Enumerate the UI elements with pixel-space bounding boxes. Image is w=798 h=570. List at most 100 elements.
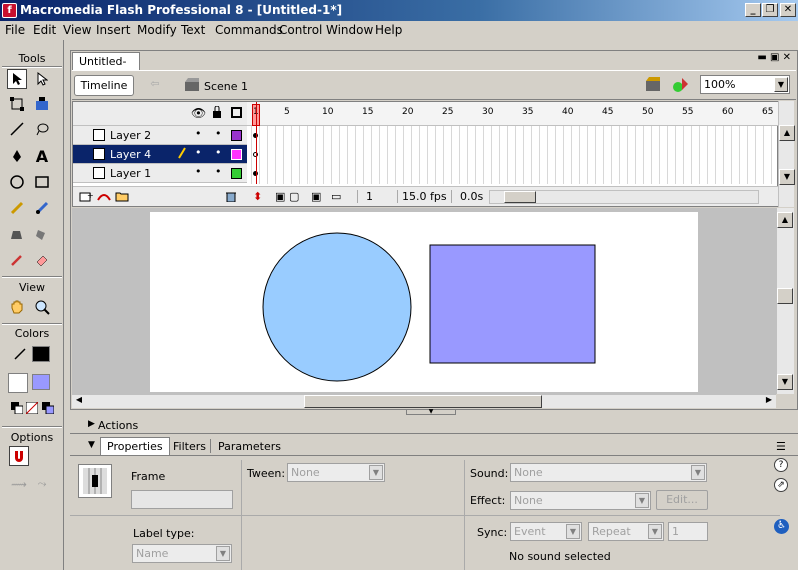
eraser-tool-icon[interactable] [32,250,52,270]
layer-outline-color[interactable] [231,130,242,141]
subselection-tool-icon[interactable] [32,69,52,89]
chevron-down-icon[interactable]: ▼ [369,465,383,480]
text-tool-icon[interactable]: A [32,146,52,166]
timeline-vscroll[interactable]: ▲ ▼ [778,101,795,207]
frame-ruler[interactable]: 1 5 10 15 20 25 30 35 40 45 50 55 60 65 [247,102,779,126]
sound-select[interactable]: None ▼ [510,463,707,482]
onion-skin-outlines-icon[interactable]: ▢ [289,190,299,203]
insert-folder-icon[interactable] [115,190,129,205]
doc-window-controls[interactable]: ▬ ▣ ✕ [711,52,791,64]
expand-triangle-icon[interactable]: ▶ [88,419,95,429]
scroll-up-icon[interactable]: ▲ [777,212,793,228]
chevron-down-icon[interactable]: ▼ [566,524,580,539]
minimize-button[interactable]: _ [745,3,761,17]
lock-dot[interactable]: • [215,146,222,159]
layer-name[interactable]: Layer 4 [110,148,151,161]
fill-transform-tool-icon[interactable] [32,94,52,114]
layer-outline-color[interactable] [231,168,242,179]
center-frame-icon[interactable]: ⬍ [253,190,262,203]
layer-name[interactable]: Layer 2 [110,129,151,142]
visibility-dot[interactable]: • [195,127,202,140]
scroll-left-icon[interactable]: ◀ [72,395,86,408]
label-type-select[interactable]: Name ▼ [132,544,232,563]
scroll-right-icon[interactable]: ▶ [762,395,776,408]
chevron-down-icon[interactable]: ▼ [216,546,230,561]
paint-bucket-tool-icon[interactable] [32,224,52,244]
lock-dot[interactable]: • [215,127,222,140]
menu-text[interactable]: Text [181,23,205,37]
timeline-toggle-button[interactable]: Timeline [74,75,134,96]
actions-panel-title[interactable]: Actions [98,419,138,432]
layer-row-layer-1[interactable]: Layer 1 • • [73,164,247,183]
chevron-down-icon[interactable]: ▼ [774,77,788,92]
modify-onion-markers-icon[interactable]: ▭ [331,190,341,203]
trash-icon[interactable] [225,190,237,205]
restore-button[interactable]: ❐ [762,3,778,17]
menu-edit[interactable]: Edit [33,23,56,37]
line-tool-icon[interactable] [7,119,27,139]
chevron-down-icon[interactable]: ▼ [635,493,649,508]
frame-rate[interactable]: 15.0 fps [397,190,447,203]
collapse-triangle-icon[interactable]: ▼ [88,440,95,450]
smooth-icon[interactable]: ⟿ [9,474,29,494]
rectangle-shape[interactable] [429,244,596,364]
straighten-icon[interactable]: ⤳ [32,474,52,494]
stage[interactable] [150,212,698,392]
scroll-up-icon[interactable]: ▲ [779,125,795,141]
menu-help[interactable]: Help [375,23,402,37]
layer-row-layer-4[interactable]: Layer 4 • • [73,145,247,164]
lasso-tool-icon[interactable] [32,119,52,139]
swap-colors-icon[interactable] [38,398,58,418]
zoom-select[interactable]: 100% ▼ [700,75,790,94]
tab-filters[interactable]: Filters [173,440,206,453]
effect-select[interactable]: None ▼ [510,491,651,510]
scroll-thumb[interactable] [304,395,542,408]
chevron-down-icon[interactable]: ▼ [691,465,705,480]
layer-name[interactable]: Layer 1 [110,167,151,180]
sync-select[interactable]: Event ▼ [510,522,582,541]
scroll-down-icon[interactable]: ▼ [777,374,793,390]
back-arrow-icon[interactable]: ⇦ [144,77,166,95]
scroll-down-icon[interactable]: ▼ [779,169,795,185]
help-icon[interactable]: ? [774,458,788,472]
repeat-count-input[interactable]: 1 [668,522,708,541]
free-transform-tool-icon[interactable] [7,94,27,114]
tab-properties[interactable]: Properties [100,437,170,455]
rectangle-tool-icon[interactable] [32,172,52,192]
add-motion-guide-icon[interactable] [97,190,111,205]
onion-skin-icon[interactable]: ▣ [275,190,285,203]
layer-outline-color[interactable] [231,149,242,160]
tween-select[interactable]: None ▼ [287,463,385,482]
pencil-tool-icon[interactable] [7,198,27,218]
menu-file[interactable]: File [5,23,25,37]
repeat-select[interactable]: Repeat ▼ [588,522,664,541]
hand-tool-icon[interactable] [7,297,27,317]
visibility-dot[interactable]: • [195,146,202,159]
scroll-thumb[interactable] [777,288,793,304]
pen-tool-icon[interactable] [7,146,27,166]
stroke-color-icon[interactable] [10,344,30,364]
panel-options-icon[interactable]: ☰ [776,440,786,453]
stage-hscroll[interactable]: ◀ ▶ [72,394,776,408]
timeline-hscroll[interactable] [489,190,759,204]
fill-color-icon[interactable] [8,373,28,393]
selection-tool-icon[interactable] [7,69,27,89]
add-layer-icon[interactable]: + [79,190,94,205]
frame-label-input[interactable] [131,490,233,509]
oval-tool-icon[interactable] [7,172,27,192]
menu-modify[interactable]: Modify [137,23,177,37]
edit-envelope-button[interactable]: Edit... [656,490,708,510]
menu-view[interactable]: View [63,23,91,37]
actions-panel-header[interactable]: ▶ Actions [70,416,798,434]
menu-commands[interactable]: Commands [215,23,283,37]
frame-grid[interactable] [251,126,779,184]
panel-collapse-handle[interactable]: ▼ [406,409,456,415]
menu-window[interactable]: Window [326,23,373,37]
outline-icon[interactable] [231,107,242,118]
close-button[interactable]: ✕ [780,3,796,17]
edit-multiple-frames-icon[interactable]: ▣ [311,190,321,203]
edit-symbols-icon[interactable] [672,76,692,96]
snap-to-objects-icon[interactable] [9,446,29,466]
visibility-dot[interactable]: • [195,165,202,178]
expand-icon[interactable]: ⇗ [774,478,788,492]
